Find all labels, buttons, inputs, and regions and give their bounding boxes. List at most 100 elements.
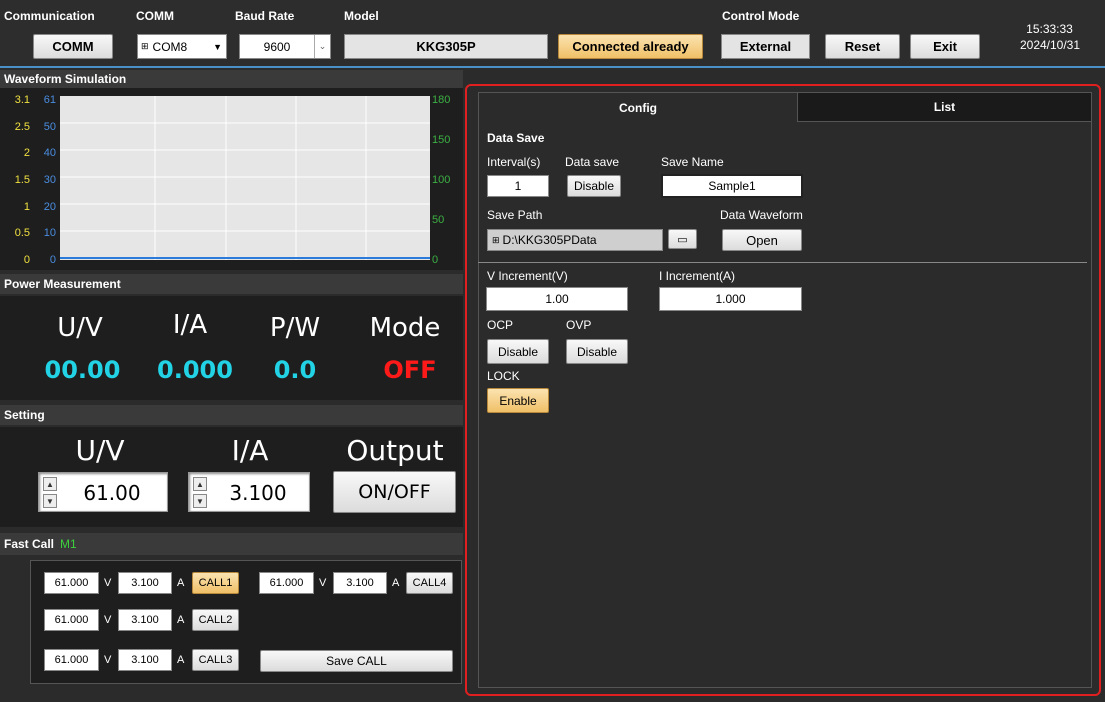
waveform-chart[interactable] xyxy=(60,96,430,260)
axis-tick-label: 50 xyxy=(43,120,56,133)
axis-tick-label: 30 xyxy=(43,174,56,186)
output-toggle-button[interactable]: ON/OFF xyxy=(333,471,456,513)
open-waveform-button[interactable]: Open xyxy=(722,229,802,251)
amp-unit: A xyxy=(177,577,185,589)
setting-output-label: Output xyxy=(346,434,444,467)
comm-port-select[interactable]: ⊞ COM8 ▼ xyxy=(137,34,227,59)
axis-tick-label: 180 xyxy=(432,94,451,106)
voltage-setpoint-value[interactable]: 61.00 xyxy=(61,481,163,505)
axis-tick-label: 0 xyxy=(432,254,439,266)
power-voltage-value: 00.00 xyxy=(44,356,121,384)
axis-tick-label: 100 xyxy=(432,174,451,186)
comm-port-value: COM8 xyxy=(152,39,188,54)
axis-tick-label: 61 xyxy=(43,94,56,106)
volt-unit: V xyxy=(104,654,112,666)
data-save-toggle[interactable]: Disable xyxy=(567,175,621,197)
control-mode-display: External xyxy=(721,34,810,59)
voltage-setpoint-spinner[interactable]: ▲ ▼ 61.00 xyxy=(38,472,168,512)
save-path-value: D:\KKG305PData xyxy=(502,233,597,247)
axis-tick-label: 0 xyxy=(23,254,30,266)
save-name-input[interactable]: Sample1 xyxy=(661,174,803,198)
volt-unit: V xyxy=(104,614,112,626)
setting-voltage-label: U/V xyxy=(75,434,125,467)
power-section-title: Power Measurement xyxy=(0,274,463,294)
spin-down-icon[interactable]: ▼ xyxy=(193,494,207,508)
comm-label: COMM xyxy=(136,9,174,23)
connection-status-button[interactable]: Connected already xyxy=(558,34,703,59)
ovp-label: OVP xyxy=(566,318,592,332)
axis-tick-label: 0 xyxy=(49,254,56,266)
left-axis-b: 61 50 40 30 20 10 0 xyxy=(32,94,56,266)
i-increment-input[interactable]: 1.000 xyxy=(659,287,802,311)
exit-button[interactable]: Exit xyxy=(910,34,980,59)
tab-config[interactable]: Config xyxy=(478,92,798,122)
power-current-value: 0.000 xyxy=(157,356,233,384)
reset-button[interactable]: Reset xyxy=(825,34,900,59)
current-setpoint-spinner[interactable]: ▲ ▼ 3.100 xyxy=(188,472,310,512)
axis-tick-label: 2 xyxy=(23,147,30,160)
tab-list[interactable]: List xyxy=(797,92,1092,122)
model-label: Model xyxy=(344,9,379,23)
spin-up-icon[interactable]: ▲ xyxy=(43,477,57,491)
i-increment-label: I Increment(A) xyxy=(659,269,736,283)
axis-tick-label: 50 xyxy=(432,214,445,226)
call3-current[interactable]: 3.100 xyxy=(118,649,172,671)
clock-time: 15:33:33 xyxy=(1026,22,1073,36)
chevron-down-icon: ⌄ xyxy=(314,35,330,58)
axis-tick-label: 1 xyxy=(23,200,30,213)
current-setpoint-value[interactable]: 3.100 xyxy=(211,481,305,505)
clock-date: 2024/10/31 xyxy=(1019,38,1081,52)
right-axis: 180 150 100 50 0 xyxy=(432,94,460,266)
ovp-toggle[interactable]: Disable xyxy=(566,339,628,364)
interval-label: Interval(s) xyxy=(487,155,541,169)
lock-toggle[interactable]: Enable xyxy=(487,388,549,413)
call3-button[interactable]: CALL3 xyxy=(192,649,239,671)
amp-unit: A xyxy=(392,577,400,589)
call1-voltage[interactable]: 61.000 xyxy=(44,572,99,594)
model-display: KKG305P xyxy=(344,34,548,59)
ocp-label: OCP xyxy=(487,318,514,332)
call4-current[interactable]: 3.100 xyxy=(333,572,387,594)
v-increment-input[interactable]: 1.00 xyxy=(486,287,628,311)
communication-label: Communication xyxy=(4,9,95,23)
baud-rate-value: 9600 xyxy=(263,39,291,54)
data-save-label: Data save xyxy=(565,155,620,169)
volt-unit: V xyxy=(319,577,327,589)
fast-call-memory: M1 xyxy=(60,537,77,551)
call2-current[interactable]: 3.100 xyxy=(118,609,172,631)
power-voltage-label: U/V xyxy=(57,313,103,343)
chart-grid xyxy=(60,96,430,260)
folder-browse-icon[interactable]: ▭ xyxy=(668,229,697,249)
call2-voltage[interactable]: 61.000 xyxy=(44,609,99,631)
save-call-button[interactable]: Save CALL xyxy=(260,650,453,672)
power-current-label: I/A xyxy=(172,310,208,340)
comm-button[interactable]: COMM xyxy=(33,34,113,59)
path-icon: ⊞ xyxy=(492,234,500,245)
baud-rate-select[interactable]: 9600 ⌄ xyxy=(239,34,331,59)
power-mode-label: Mode xyxy=(369,313,441,343)
save-path-input[interactable]: ⊞ D:\KKG305PData xyxy=(487,229,663,251)
power-mode-value: OFF xyxy=(383,356,437,384)
dropdown-arrow-icon: ▼ xyxy=(213,41,222,52)
axis-tick-label: 10 xyxy=(43,227,56,240)
power-watt-value: 0.0 xyxy=(273,356,317,384)
interval-input[interactable]: 1 xyxy=(487,175,549,197)
power-panel xyxy=(0,296,463,400)
spin-up-icon[interactable]: ▲ xyxy=(193,477,207,491)
ocp-toggle[interactable]: Disable xyxy=(487,339,549,364)
setting-section-title: Setting xyxy=(0,405,463,425)
call4-voltage[interactable]: 61.000 xyxy=(259,572,314,594)
setting-current-label: I/A xyxy=(231,434,269,467)
call1-current[interactable]: 3.100 xyxy=(118,572,172,594)
call2-button[interactable]: CALL2 xyxy=(192,609,239,631)
call1-button[interactable]: CALL1 xyxy=(192,572,239,594)
v-increment-label: V Increment(V) xyxy=(487,269,568,283)
axis-tick-label: 20 xyxy=(43,200,56,213)
spin-down-icon[interactable]: ▼ xyxy=(43,494,57,508)
call4-button[interactable]: CALL4 xyxy=(406,572,453,594)
axis-tick-label: 3.1 xyxy=(14,94,30,106)
fast-call-section-title: Fast Call M1 xyxy=(0,533,463,555)
axis-tick-label: 150 xyxy=(432,134,451,146)
amp-unit: A xyxy=(177,614,185,626)
call3-voltage[interactable]: 61.000 xyxy=(44,649,99,671)
